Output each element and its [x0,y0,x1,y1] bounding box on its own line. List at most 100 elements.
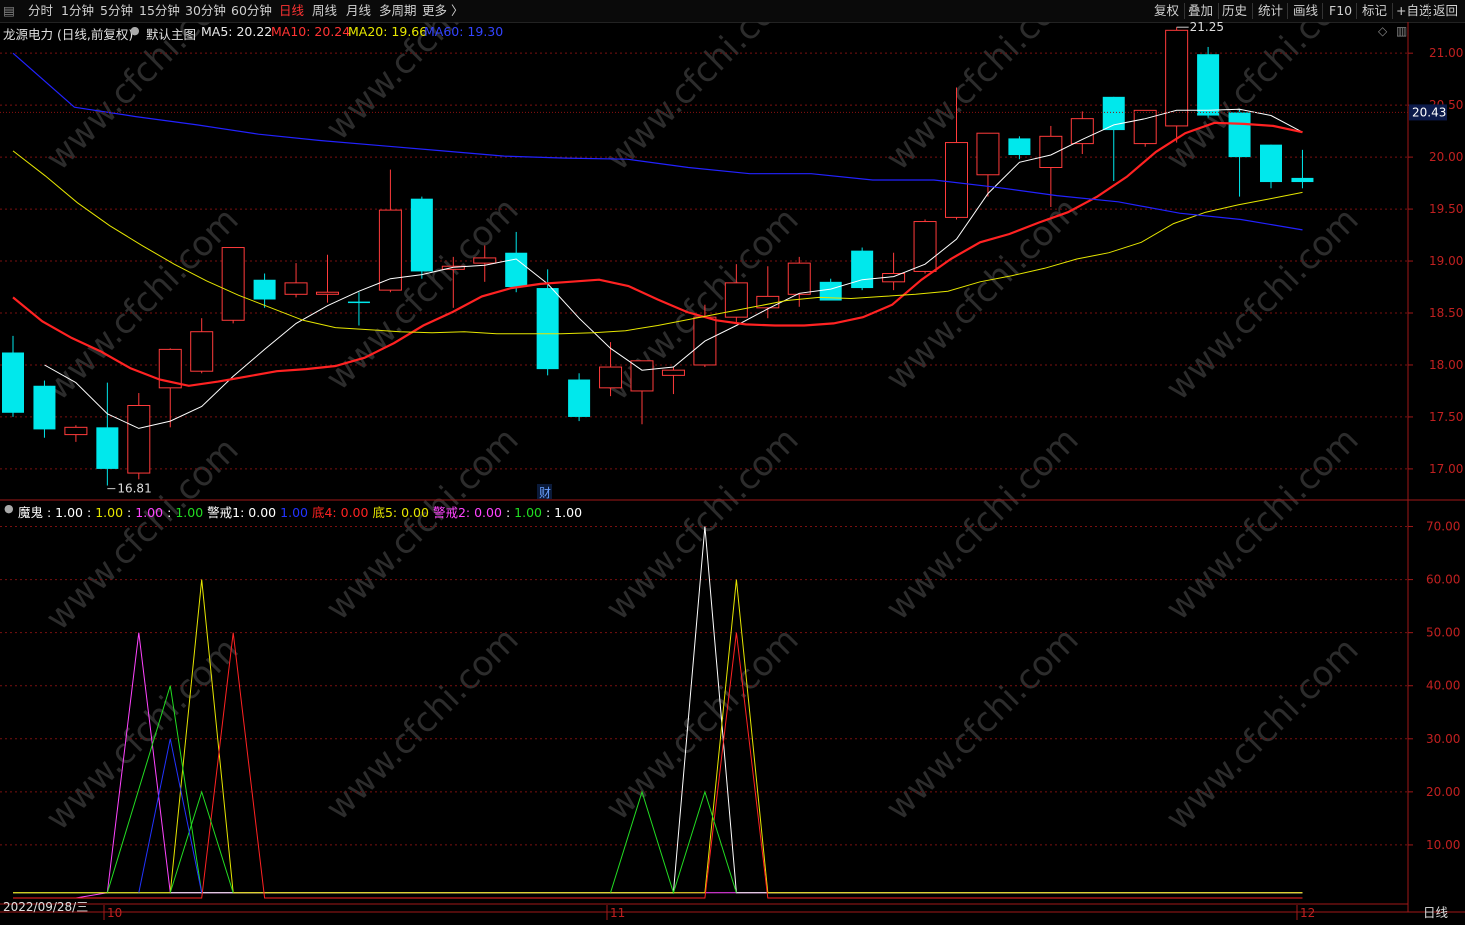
indicator-tick-label: 10.00 [1426,838,1460,852]
mark-button[interactable]: 标记 [1362,2,1387,20]
indicator-value: 1.00 [175,505,204,520]
candle-body-down [410,198,433,272]
stock-chart[interactable]: www.cfchi.com www.cfchi.com www.cfchi.com w… [0,22,1465,925]
candle-body-up [945,142,968,218]
template-name[interactable]: 默认主图 [146,24,196,43]
date-label: 2022/09/28/三 [3,900,88,914]
back-button[interactable]: 返回 [1433,2,1458,20]
candle-body-up [661,369,685,376]
high-price-label: 21.25 [1190,22,1224,34]
candle-body-down [536,288,559,370]
candle-body-down [253,279,276,300]
overlay-button[interactable]: 叠加 [1188,2,1213,20]
candle-body-up [190,331,214,372]
stats-button[interactable]: 统计 [1258,2,1283,20]
period-toolbar: ▤ 分时 1分钟 5分钟 15分钟 30分钟 60分钟 日线 周线 月线 多周期… [0,0,1465,23]
add-watchlist-button[interactable]: +自选 [1396,2,1431,20]
watermark-text: www.cfchi.com [38,22,247,178]
price-tick-label: 17.50 [1429,410,1463,424]
candle-body-up [316,291,339,295]
tab-60min[interactable]: 60分钟 [231,2,272,20]
tab-weekly[interactable]: 周线 [312,2,337,20]
tab-multi-period[interactable]: 多周期 [379,2,417,20]
toolbar-divider [1356,3,1357,19]
tab-5min[interactable]: 5分钟 [100,2,133,20]
draw-line-button[interactable]: 画线 [1293,2,1318,20]
indicator-value: : 1.00 [546,505,583,520]
indicator-line-bottom5 [13,579,1303,894]
watermark-text: www.cfchi.com [878,190,1087,399]
price-tick-label: 18.50 [1429,306,1463,320]
candle-body-down [1008,138,1031,156]
candle-body-down [96,427,119,469]
candle-body-up [221,247,245,321]
fuquan-button[interactable]: 复权 [1154,2,1179,20]
price-tick-label: 20.00 [1429,150,1463,164]
history-button[interactable]: 历史 [1222,2,1247,20]
indicator-value: 1.00 [95,505,124,520]
ma20-label: MA20: 19.66 [348,24,428,39]
candle-body-down [505,252,528,288]
candle-body-down [1228,112,1251,158]
candle-body-up [787,262,811,295]
watermark-text: www.cfchi.com [598,420,807,629]
candle-body-down [33,385,56,430]
candle-body-down [1260,144,1282,183]
indicator-value: 1.00 [280,505,308,520]
toolbar-divider [1392,3,1393,19]
candle-body-up [284,282,308,295]
tab-daily[interactable]: 日线 [279,2,304,20]
candle-body-up [473,257,497,264]
low-price-label: 16.81 [117,482,151,496]
candle-body-up [976,132,1000,176]
ma10-label: MA10: 20.24 [271,24,351,39]
price-tick-label: 21.00 [1429,46,1463,60]
indicator-value: : [167,505,172,520]
watermark-text: www.cfchi.com [318,22,527,148]
indicator-value: 魔鬼 : 1.00 : [18,505,92,520]
month-label: 10 [107,906,122,920]
watermark-text: www.cfchi.com [318,620,527,829]
toolbar-divider [1322,3,1323,19]
template-toggle-icon[interactable]: ● [130,24,140,37]
tab-more[interactable]: 更多 〉 [422,2,463,20]
tab-15min[interactable]: 15分钟 [139,2,180,20]
watermark-text: www.cfchi.com [598,620,807,829]
candle-body-down [1291,177,1314,183]
watermark-text: www.cfchi.com [1158,630,1367,839]
candle-body-up [1039,135,1063,169]
price-tick-label: 17.00 [1429,462,1463,476]
watermark-text: www.cfchi.com [1158,200,1367,409]
watermark-text: www.cfchi.com [38,200,247,409]
candle-body-up [1133,109,1157,145]
month-label: 12 [1300,906,1315,920]
candle-body-up [127,405,151,474]
tab-fenshi[interactable]: 分时 [28,2,53,20]
toolbar-divider [1218,3,1219,19]
toolbar-divider [1184,3,1185,19]
candle-body-up [64,426,88,436]
price-tick-label: 19.00 [1429,254,1463,268]
indicator-value: 底4: 0.00 [311,505,369,520]
candle-body-down [1197,54,1220,116]
f10-button[interactable]: F10 [1329,2,1352,20]
toolbar-divider [1287,3,1288,19]
tab-30min[interactable]: 30分钟 [185,2,226,20]
diamond-icon[interactable]: ◇ [1378,24,1387,38]
candle-body-down [2,352,24,413]
price-tag-label: 20.43 [1412,105,1446,119]
period-label: 日线 [1423,905,1449,920]
tab-1min[interactable]: 1分钟 [61,2,94,20]
tab-monthly[interactable]: 月线 [346,2,371,20]
indicator-value: 警戒2: 0.00 [432,505,502,520]
indicator-toggle-icon[interactable]: ● [4,502,14,515]
ma5-label: MA5: 20.22 [201,24,273,39]
indicator-value: : [127,505,132,520]
price-tick-label: 18.00 [1429,358,1463,372]
toolbar-divider [1252,3,1253,19]
watermark-text: www.cfchi.com [878,420,1087,629]
toolbar-menu-icon[interactable]: ▤ [2,2,16,20]
indicator-value: 1.00 [514,505,542,520]
layout-icon[interactable]: ▥ [1396,24,1407,38]
indicator-value: 1.00 [135,505,164,520]
